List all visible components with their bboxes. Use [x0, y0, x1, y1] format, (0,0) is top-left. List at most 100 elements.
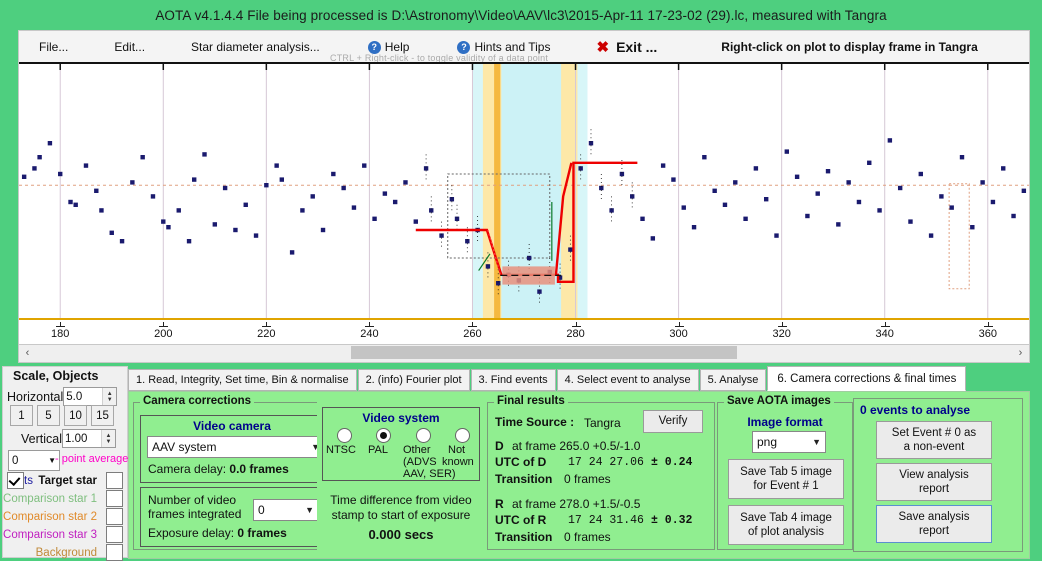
quick-scale-15[interactable]: 15 — [91, 405, 114, 426]
object-checkbox-background[interactable] — [106, 544, 123, 561]
right-click-hint: Right-click on plot to display frame in … — [721, 40, 978, 54]
scale-objects-title: Scale, Objects — [13, 369, 99, 383]
object-row-background[interactable]: Background — [3, 544, 127, 561]
spinner-arrows-icon[interactable]: ▲ ▼ — [102, 388, 117, 405]
video-camera-value: AAV system — [152, 440, 217, 454]
exposure-delay-row: Exposure delay: 0 frames — [148, 526, 287, 540]
object-row-comparison-1[interactable]: Comparison star 1 — [3, 490, 127, 507]
x-axis: 180 200 220 240 260 280 300 320 340 360 — [18, 318, 1030, 344]
tab-analyse[interactable]: 5. Analyse — [699, 369, 767, 391]
x-axis-tick — [571, 322, 581, 327]
d-transition-label: Transition — [495, 472, 553, 486]
menu-edit[interactable]: Edit... — [108, 40, 151, 54]
quick-scale-10[interactable]: 10 — [64, 405, 87, 426]
plot-horizontal-scrollbar[interactable]: ‹ › — [18, 344, 1030, 363]
utc-of-d-value: 17 24 27.06 — [568, 456, 644, 469]
spinner-arrows-icon[interactable]: ▲ ▼ — [101, 430, 115, 447]
camera-delay-value: 0.0 frames — [229, 462, 289, 476]
image-format-select[interactable]: png ▼ — [752, 431, 826, 453]
video-camera-select[interactable]: AAV system ▼ — [147, 436, 325, 458]
quick-scale-1[interactable]: 1 — [10, 405, 33, 426]
save-tab5-line-2: for Event # 1 — [753, 480, 819, 492]
point-average-select[interactable]: 0 ▼ — [8, 450, 60, 471]
save-tab5-image-button[interactable]: Save Tab 5 image for Event # 1 — [728, 459, 844, 499]
events-to-analyse-group: 0 events to analyse Set Event # 0 as a n… — [853, 398, 1023, 552]
view-analysis-report-button[interactable]: View analysis report — [876, 463, 992, 501]
vertical-label: Vertical — [21, 431, 62, 446]
points-checkbox[interactable] — [7, 472, 24, 489]
save-tab4-line-1: Save Tab 4 image — [740, 511, 832, 524]
set-non-event-button[interactable]: Set Event # 0 as a non-event — [876, 421, 992, 459]
chevron-down-icon: ▼ — [812, 437, 821, 447]
scroll-right-arrow-icon[interactable]: › — [1012, 345, 1029, 360]
tab-read-integrity[interactable]: 1. Read, Integrity, Set time, Bin & norm… — [128, 369, 357, 391]
utc-of-r-uncertainty: ± 0.32 — [651, 514, 693, 527]
r-transition-value: 0 frames — [564, 530, 611, 544]
save-report-line-1: Save analysis — [898, 510, 970, 523]
quick-scale-buttons: 1 5 10 15 — [10, 405, 114, 426]
menu-exit[interactable]: ✖ Exit ... — [590, 38, 663, 56]
save-analysis-report-button[interactable]: Save analysis report — [876, 505, 992, 543]
horizontal-input[interactable] — [64, 389, 103, 404]
tab-find-events[interactable]: 3. Find events — [470, 369, 556, 391]
final-results-group: Final results Time Source : Tangra Verif… — [487, 395, 715, 550]
x-axis-tick-label: 180 — [51, 328, 70, 340]
aota-window: AOTA v4.1.4.4 File being processed is D:… — [0, 0, 1042, 561]
radio-ntsc[interactable] — [337, 428, 352, 443]
frames-integrated-select[interactable]: 0 ▼ — [253, 499, 319, 521]
x-axis-tick-label: 360 — [978, 328, 997, 340]
verify-button[interactable]: Verify — [643, 410, 703, 433]
horizontal-label: Horizontal — [7, 389, 64, 404]
tab-select-event[interactable]: 4. Select event to analyse — [556, 369, 699, 391]
title-bar: AOTA v4.1.4.4 File being processed is D:… — [0, 0, 1042, 30]
video-camera-box: Video camera AAV system ▼ Camera delay: … — [140, 415, 325, 483]
time-difference-line-2: stamp to start of exposure — [331, 508, 471, 522]
light-curve-svg[interactable] — [19, 62, 1029, 342]
tab-camera-corrections[interactable]: 6. Camera corrections & final times — [767, 366, 967, 391]
vertical-stepper[interactable]: ▲▼ — [62, 429, 116, 448]
tab-panel-camera-corrections: Camera corrections Video camera AAV syst… — [128, 391, 1030, 559]
exposure-delay-label: Exposure delay: — [148, 526, 235, 540]
r-frame-text: at frame 278.0 +1.5/-0.5 — [512, 497, 641, 511]
d-frame-text: at frame 265.0 +0.5/-1.0 — [512, 439, 641, 453]
x-axis-tick-label: 220 — [257, 328, 276, 340]
horizontal-stepper[interactable]: ▲▼ — [63, 387, 118, 406]
object-label-comparison-3: Comparison star 3 — [3, 528, 97, 541]
utc-of-d-uncertainty: ± 0.24 — [651, 456, 693, 469]
final-results-caption: Final results — [494, 395, 568, 407]
save-tab4-line-2: of plot analysis — [747, 526, 825, 538]
utc-of-r-value: 17 24 31.46 — [568, 514, 644, 527]
x-axis-tick-label: 280 — [566, 328, 585, 340]
object-label-comparison-2: Comparison star 2 — [3, 510, 97, 523]
scroll-left-arrow-icon[interactable]: ‹ — [19, 345, 36, 360]
label-pal: PAL — [368, 444, 388, 456]
object-row-comparison-3[interactable]: Comparison star 3 — [3, 526, 127, 543]
label-ntsc: NTSC — [326, 444, 356, 456]
frames-integrated-value: 0 — [258, 503, 265, 517]
menu-hints-and-tips[interactable]: ? Hints and Tips — [451, 40, 556, 54]
menu-help[interactable]: ? Help — [362, 40, 416, 54]
menu-star-diameter-analysis[interactable]: Star diameter analysis... — [185, 40, 326, 54]
quick-scale-5[interactable]: 5 — [37, 405, 60, 426]
object-checkbox-comparison-2[interactable] — [106, 508, 123, 525]
exposure-delay-value: 0 frames — [237, 526, 287, 540]
radio-pal[interactable] — [376, 428, 391, 443]
radio-not-known[interactable] — [455, 428, 470, 443]
set-non-event-line-2: a non-event — [903, 441, 965, 453]
object-checkbox-target-star[interactable] — [106, 472, 123, 489]
object-checkbox-comparison-1[interactable] — [106, 490, 123, 507]
scrollbar-thumb[interactable] — [351, 346, 737, 359]
radio-other[interactable] — [416, 428, 431, 443]
object-label-target-star: Target star — [38, 474, 97, 487]
object-checkbox-comparison-3[interactable] — [106, 526, 123, 543]
vertical-input[interactable] — [63, 431, 101, 446]
object-row-comparison-2[interactable]: Comparison star 2 — [3, 508, 127, 525]
question-mark-icon: ? — [367, 40, 381, 54]
menu-file[interactable]: File... — [33, 40, 74, 54]
save-tab4-image-button[interactable]: Save Tab 4 image of plot analysis — [728, 505, 844, 545]
tab-fourier-plot[interactable]: 2. (info) Fourier plot — [357, 369, 470, 391]
time-difference-line-1: Time difference from video — [330, 493, 472, 507]
object-row-target-star[interactable]: ts Target star — [3, 472, 127, 489]
menu-help-label: Help — [384, 40, 410, 54]
light-curve-plot[interactable] — [18, 62, 1030, 343]
